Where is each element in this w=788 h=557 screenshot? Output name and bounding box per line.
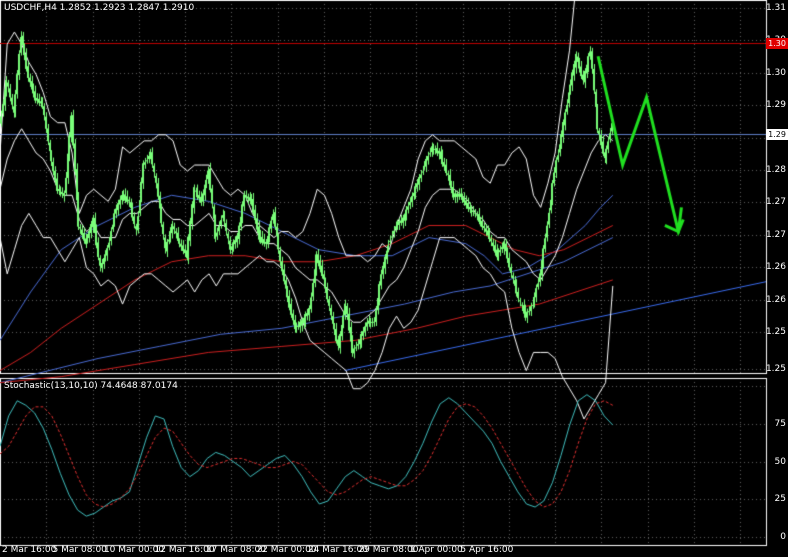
time-tick: 1 Apr 00:00 bbox=[409, 545, 463, 555]
main-y-tick: 1.30 bbox=[765, 67, 786, 78]
main-y-tick: 1.28 bbox=[765, 165, 786, 175]
stochastic-y-tick: 0 bbox=[780, 532, 786, 543]
main-y-tick: 1.27 bbox=[765, 197, 786, 208]
main-panel-title: USDCHF,H4 1.2852 1.2923 1.2847 1.2910 bbox=[4, 3, 195, 13]
main-y-tick: 1.29 bbox=[765, 100, 786, 111]
stochastic-panel-title: Stochastic(13,10,10) 74.4648 87.0174 bbox=[4, 381, 178, 391]
time-tick: 5 Apr 16:00 bbox=[460, 545, 514, 555]
main-y-tick: 1.27 bbox=[765, 229, 786, 240]
main-y-tick: 1.26 bbox=[765, 262, 786, 273]
main-y-tick: 1.25 bbox=[765, 327, 786, 337]
time-tick: 5 Mar 08:00 bbox=[52, 545, 107, 555]
stochastic-y-tick: 25 bbox=[774, 494, 786, 505]
price-flag: 1.29 bbox=[766, 128, 788, 140]
main-y-tick: 1.25 bbox=[765, 364, 786, 374]
price-flag: 1.30 bbox=[766, 37, 788, 49]
main-y-tick: 1.31 bbox=[765, 3, 786, 13]
chart-canvas bbox=[0, 0, 788, 557]
main-y-tick: 1.26 bbox=[765, 294, 786, 305]
time-tick: 2 Mar 16:00 bbox=[2, 545, 57, 555]
stochastic-y-tick: 50 bbox=[774, 456, 786, 467]
stochastic-y-tick: 75 bbox=[774, 418, 786, 429]
